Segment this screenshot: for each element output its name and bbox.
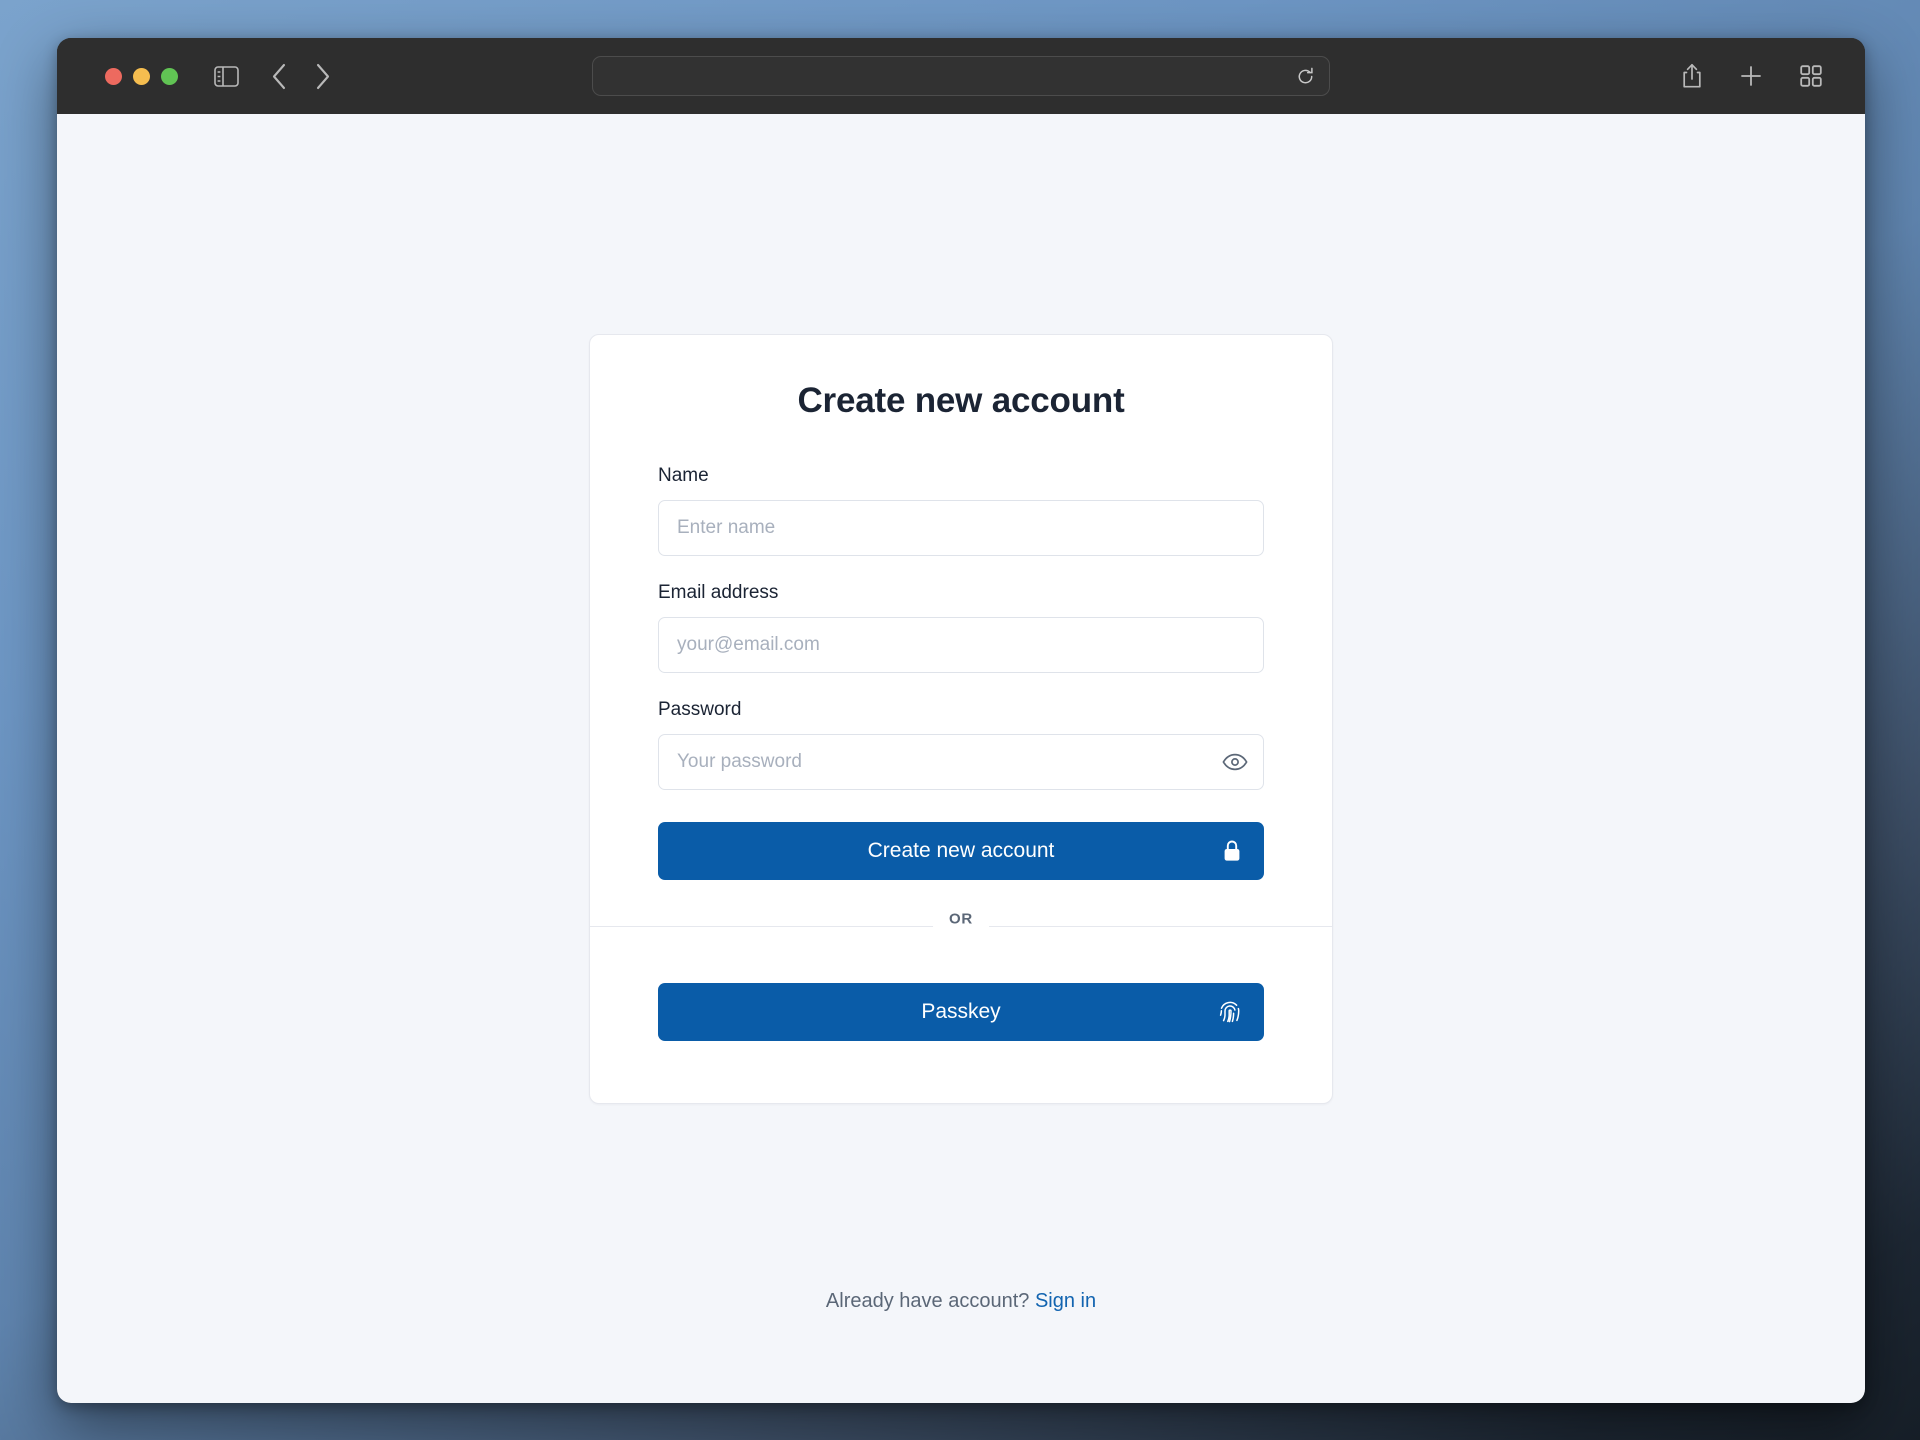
forward-icon[interactable] bbox=[315, 63, 331, 90]
password-field-group: Password bbox=[658, 699, 1264, 790]
window-controls bbox=[105, 67, 178, 85]
share-icon[interactable] bbox=[1681, 63, 1703, 89]
or-divider: OR bbox=[590, 910, 1332, 927]
new-tab-icon[interactable] bbox=[1739, 64, 1763, 88]
password-input[interactable] bbox=[658, 734, 1264, 790]
browser-window: Create new account Name Email address Pa… bbox=[57, 38, 1865, 1403]
or-divider-label: OR bbox=[933, 910, 989, 927]
reload-icon[interactable] bbox=[1296, 67, 1315, 86]
name-input[interactable] bbox=[658, 500, 1264, 556]
create-account-button-label: Create new account bbox=[867, 839, 1055, 862]
navigation-controls bbox=[271, 63, 331, 90]
name-input-wrap bbox=[658, 500, 1264, 556]
minimize-window-button[interactable] bbox=[133, 67, 150, 85]
sidebar-toggle-icon[interactable] bbox=[214, 65, 239, 87]
password-input-wrap bbox=[658, 734, 1264, 790]
email-label: Email address bbox=[658, 582, 779, 603]
zoom-window-button[interactable] bbox=[161, 67, 178, 85]
page-title: Create new account bbox=[797, 381, 1125, 420]
tab-overview-icon[interactable] bbox=[1799, 64, 1823, 88]
back-icon[interactable] bbox=[271, 63, 287, 90]
passkey-button-label: Passkey bbox=[921, 1000, 1001, 1023]
eye-icon[interactable] bbox=[1222, 753, 1248, 772]
email-field-group: Email address bbox=[658, 582, 1264, 673]
email-input-wrap bbox=[658, 617, 1264, 673]
sign-in-link[interactable]: Sign in bbox=[1035, 1290, 1096, 1312]
password-label: Password bbox=[658, 699, 742, 720]
email-input[interactable] bbox=[658, 617, 1264, 673]
close-window-button[interactable] bbox=[105, 67, 122, 85]
page-content: Create new account Name Email address Pa… bbox=[57, 114, 1865, 1403]
lock-icon bbox=[1222, 839, 1242, 863]
name-field-group: Name bbox=[658, 465, 1264, 556]
toolbar-actions bbox=[1681, 63, 1823, 89]
passkey-row: Passkey bbox=[590, 927, 1332, 1103]
address-bar[interactable] bbox=[592, 56, 1330, 96]
signup-form: Create new account Name Email address Pa… bbox=[590, 335, 1332, 926]
fingerprint-icon bbox=[1218, 999, 1242, 1025]
passkey-button[interactable]: Passkey bbox=[658, 983, 1264, 1041]
signin-prompt-text: Already have account? bbox=[825, 1290, 1030, 1312]
name-label: Name bbox=[658, 465, 709, 486]
create-account-button[interactable]: Create new account bbox=[658, 822, 1264, 880]
browser-toolbar bbox=[57, 38, 1865, 114]
signin-prompt: Already have account? Sign in bbox=[57, 1290, 1865, 1313]
signup-card: Create new account Name Email address Pa… bbox=[589, 334, 1333, 1104]
